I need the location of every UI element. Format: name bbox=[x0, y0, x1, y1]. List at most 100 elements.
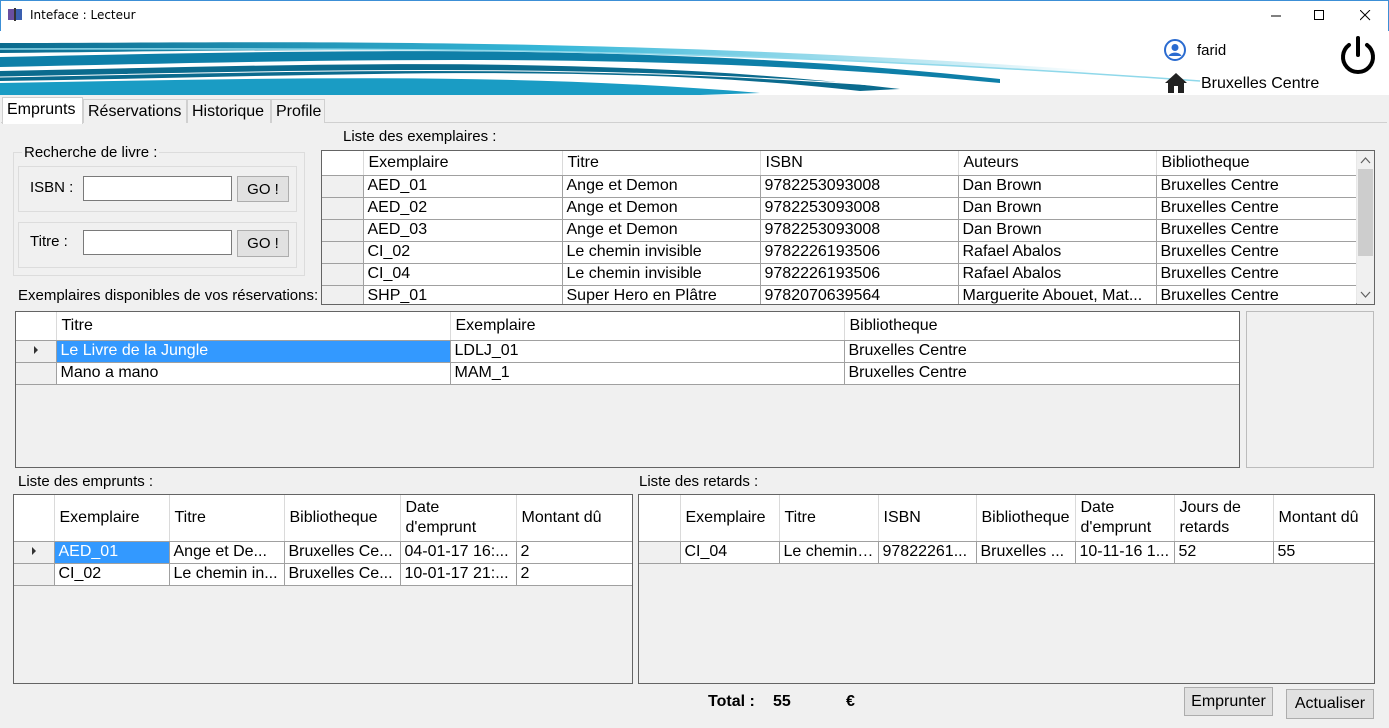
reservations-column-header[interactable]: Titre bbox=[56, 312, 451, 341]
copies-cell[interactable]: CI_04 bbox=[363, 263, 563, 286]
loans-column-header[interactable]: Date d'emprunt bbox=[400, 495, 517, 542]
copies-cell[interactable]: 9782226193506 bbox=[760, 241, 959, 264]
copies-column-header[interactable]: ISBN bbox=[760, 151, 959, 176]
loans-cell[interactable]: Bruxelles Ce... bbox=[284, 563, 401, 586]
loans-column-header[interactable]: Exemplaire bbox=[54, 495, 170, 542]
copies-cell[interactable]: CI_02 bbox=[363, 241, 563, 264]
reservations-cell[interactable]: Le Livre de la Jungle bbox=[56, 340, 451, 363]
table-row[interactable]: Le Livre de la Jungle LDLJ_01 Bruxelles Ce… bbox=[16, 340, 1239, 363]
copies-cell[interactable]: Dan Brown bbox=[958, 175, 1157, 198]
copies-cell[interactable]: 9782253093008 bbox=[760, 197, 959, 220]
loans-cell[interactable]: 10-01-17 21:... bbox=[400, 563, 517, 586]
row-header[interactable] bbox=[322, 241, 364, 264]
row-header[interactable] bbox=[14, 541, 55, 564]
copies-column-header[interactable]: Bibliotheque bbox=[1156, 151, 1357, 176]
copies-grid[interactable]: Exemplaire Titre ISBN Auteurs Bibliotheque A… bbox=[321, 150, 1375, 305]
copies-cell[interactable]: Bruxelles Centre bbox=[1156, 241, 1357, 264]
loans-cell[interactable]: 04-01-17 16:... bbox=[400, 541, 517, 564]
copies-cell[interactable]: Ange et Demon bbox=[562, 175, 761, 198]
isbn-input[interactable] bbox=[83, 176, 232, 201]
copies-cell[interactable]: Bruxelles Centre bbox=[1156, 197, 1357, 220]
loans-cell[interactable]: Ange et De... bbox=[169, 541, 285, 564]
tab-emprunts[interactable]: Emprunts bbox=[2, 97, 83, 124]
table-row[interactable]: CI_04 Le chemin invisible 9782226193506 Raf… bbox=[322, 263, 1357, 286]
copies-cell[interactable]: Ange et Demon bbox=[562, 197, 761, 220]
reservations-cell[interactable]: Mano a mano bbox=[56, 362, 451, 385]
minimize-button[interactable] bbox=[1253, 0, 1299, 31]
row-header[interactable] bbox=[322, 285, 364, 304]
reservations-column-header[interactable]: Bibliotheque bbox=[844, 312, 1239, 341]
late-column-header[interactable]: Jours de retards bbox=[1174, 495, 1274, 542]
copies-cell[interactable]: 9782226193506 bbox=[760, 263, 959, 286]
table-row[interactable]: AED_02 Ange et Demon 9782253093008 Dan Brow… bbox=[322, 197, 1357, 220]
late-cell[interactable]: 55 bbox=[1273, 541, 1374, 564]
refresh-button[interactable]: Actualiser bbox=[1286, 689, 1374, 719]
close-button[interactable] bbox=[1342, 0, 1388, 31]
copies-column-header[interactable]: Auteurs bbox=[958, 151, 1157, 176]
copies-cell[interactable]: Dan Brown bbox=[958, 219, 1157, 242]
row-header[interactable] bbox=[16, 340, 57, 363]
loans-grid[interactable]: Exemplaire Titre Bibliotheque Date d'emprun… bbox=[13, 494, 633, 684]
copies-cell[interactable]: Marguerite Abouet, Mat... bbox=[958, 285, 1157, 304]
table-row[interactable]: CI_02 Le chemin invisible 9782226193506 Raf… bbox=[322, 241, 1357, 264]
copies-cell[interactable]: Rafael Abalos bbox=[958, 263, 1157, 286]
loans-cell[interactable]: 2 bbox=[516, 541, 632, 564]
row-header[interactable] bbox=[16, 362, 57, 385]
late-column-header[interactable]: Date d'emprunt bbox=[1075, 495, 1175, 542]
copies-column-header[interactable]: Exemplaire bbox=[363, 151, 563, 176]
copies-column-header[interactable]: Titre bbox=[562, 151, 761, 176]
scroll-thumb[interactable] bbox=[1358, 169, 1373, 256]
late-cell[interactable]: CI_04 bbox=[680, 541, 780, 564]
copies-cell[interactable]: 9782070639564 bbox=[760, 285, 959, 304]
late-column-header[interactable]: Montant dû bbox=[1273, 495, 1374, 542]
copies-cell[interactable]: 9782253093008 bbox=[760, 219, 959, 242]
table-row[interactable]: SHP_01 Super Hero en Plâtre 9782070639564 M… bbox=[322, 285, 1357, 304]
reservations-cell[interactable]: LDLJ_01 bbox=[450, 340, 845, 363]
table-row[interactable]: AED_03 Ange et Demon 9782253093008 Dan Brow… bbox=[322, 219, 1357, 242]
table-row[interactable]: CI_04 Le chemin ... 97822261... Bruxelles .… bbox=[639, 541, 1374, 564]
power-icon[interactable] bbox=[1337, 35, 1379, 77]
copies-cell[interactable]: Le chemin invisible bbox=[562, 241, 761, 264]
loans-cell[interactable]: Le chemin in... bbox=[169, 563, 285, 586]
copies-cell[interactable]: AED_02 bbox=[363, 197, 563, 220]
copies-cell[interactable]: Bruxelles Centre bbox=[1156, 285, 1357, 304]
late-cell[interactable]: 52 bbox=[1174, 541, 1274, 564]
borrow-button[interactable]: Emprunter bbox=[1184, 687, 1273, 716]
row-header[interactable] bbox=[322, 197, 364, 220]
copies-cell[interactable]: SHP_01 bbox=[363, 285, 563, 304]
tab-reservations[interactable]: Réservations bbox=[83, 99, 187, 123]
late-column-header[interactable]: Exemplaire bbox=[680, 495, 780, 542]
copies-scrollbar[interactable] bbox=[1356, 152, 1373, 303]
row-header[interactable] bbox=[322, 263, 364, 286]
maximize-button[interactable] bbox=[1296, 0, 1342, 31]
copies-cell[interactable]: Bruxelles Centre bbox=[1156, 175, 1357, 198]
row-header[interactable] bbox=[322, 219, 364, 242]
copies-cell[interactable]: Rafael Abalos bbox=[958, 241, 1157, 264]
late-cell[interactable]: 10-11-16 1... bbox=[1075, 541, 1175, 564]
table-row[interactable]: AED_01 Ange et Demon 9782253093008 Dan Brow… bbox=[322, 175, 1357, 198]
reservations-column-header[interactable]: Exemplaire bbox=[450, 312, 845, 341]
copies-cell[interactable]: 9782253093008 bbox=[760, 175, 959, 198]
copies-cell[interactable]: Bruxelles Centre bbox=[1156, 219, 1357, 242]
copies-cell[interactable]: AED_01 bbox=[363, 175, 563, 198]
late-grid[interactable]: Exemplaire Titre ISBN Bibliotheque Date d'em… bbox=[638, 494, 1375, 684]
late-cell[interactable]: Bruxelles ... bbox=[976, 541, 1076, 564]
isbn-go-button[interactable]: GO ! bbox=[237, 176, 289, 202]
loans-column-header[interactable]: Titre bbox=[169, 495, 285, 542]
reservations-grid[interactable]: Titre Exemplaire Bibliotheque Le Livre de … bbox=[15, 311, 1240, 468]
title-go-button[interactable]: GO ! bbox=[237, 230, 289, 257]
table-row[interactable]: AED_01 Ange et De... Bruxelles Ce... 04-01-… bbox=[14, 541, 632, 564]
loans-cell[interactable]: CI_02 bbox=[54, 563, 170, 586]
reservations-cell[interactable]: MAM_1 bbox=[450, 362, 845, 385]
reservations-cell[interactable]: Bruxelles Centre bbox=[844, 340, 1239, 363]
copies-cell[interactable]: Super Hero en Plâtre bbox=[562, 285, 761, 304]
loans-column-header[interactable]: Bibliotheque bbox=[284, 495, 401, 542]
copies-cell[interactable]: Dan Brown bbox=[958, 197, 1157, 220]
loans-cell[interactable]: Bruxelles Ce... bbox=[284, 541, 401, 564]
late-column-header[interactable]: Bibliotheque bbox=[976, 495, 1076, 542]
copies-cell[interactable]: Bruxelles Centre bbox=[1156, 263, 1357, 286]
reservations-cell[interactable]: Bruxelles Centre bbox=[844, 362, 1239, 385]
scroll-up-icon[interactable] bbox=[1357, 152, 1374, 169]
loans-cell[interactable]: 2 bbox=[516, 563, 632, 586]
table-row[interactable]: CI_02 Le chemin in... Bruxelles Ce... 10-01… bbox=[14, 563, 632, 586]
